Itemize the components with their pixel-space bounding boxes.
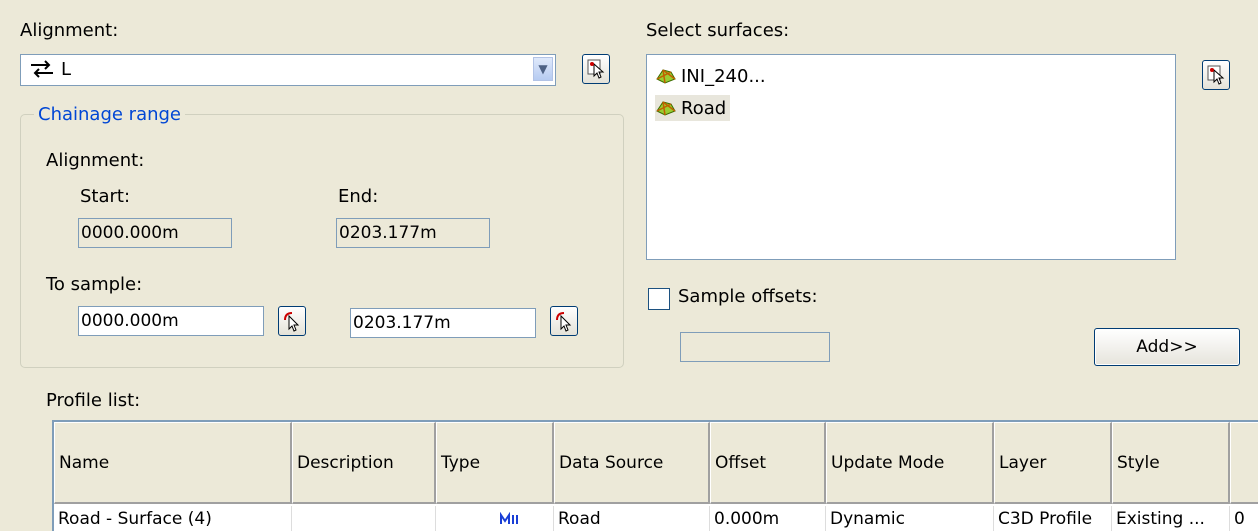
column-header-data-source[interactable]: Data Source xyxy=(554,422,710,504)
column-header-offset[interactable]: Offset xyxy=(710,422,826,504)
alignment-dropdown[interactable]: L ▼ xyxy=(20,54,556,86)
profile-list-label: Profile list: xyxy=(46,390,141,411)
pick-alignment-button[interactable] xyxy=(582,54,610,84)
chainage-range-title: Chainage range xyxy=(34,104,186,125)
alignment-label: Alignment: xyxy=(20,20,119,41)
surface-icon xyxy=(656,101,676,116)
column-header-update-mode[interactable]: Update Mode xyxy=(826,422,994,504)
surface-name: INI_240... xyxy=(681,65,766,87)
column-header-style[interactable]: Style xyxy=(1112,422,1230,504)
select-surfaces-label: Select surfaces: xyxy=(646,20,790,41)
cell-offset[interactable]: 0.000m xyxy=(710,506,826,531)
cell-update-mode[interactable]: Dynamic xyxy=(826,506,994,531)
pick-from-drawing-icon xyxy=(587,59,605,79)
cell-data-source[interactable]: Road xyxy=(554,506,710,531)
end-value-field: 0203.177m xyxy=(336,218,490,248)
surface-item[interactable]: INI_240... xyxy=(655,63,770,89)
cell-type[interactable] xyxy=(436,506,554,531)
surfaces-listbox[interactable]: INI_240... Road xyxy=(646,54,1176,260)
pick-end-station-button[interactable] xyxy=(550,306,578,336)
surface-name: Road xyxy=(681,97,727,119)
cell-layer[interactable]: C3D Profile xyxy=(994,506,1112,531)
pick-from-drawing-icon xyxy=(1207,65,1225,85)
cell-extra[interactable]: 0 xyxy=(1230,506,1258,531)
chainage-alignment-label: Alignment: xyxy=(46,150,145,171)
column-header-name[interactable]: Name xyxy=(54,422,292,504)
column-header-type[interactable]: Type xyxy=(436,422,554,504)
alignment-arrows-icon xyxy=(29,59,55,84)
pick-surface-button[interactable] xyxy=(1202,60,1230,90)
alignment-selected-value: L xyxy=(61,59,72,80)
profile-type-icon xyxy=(499,512,518,524)
surface-item-selected[interactable]: Road xyxy=(655,95,731,121)
add-button[interactable]: Add>> xyxy=(1094,328,1240,366)
column-header-description[interactable]: Description xyxy=(292,422,436,504)
start-value-field: 0000.000m xyxy=(78,218,232,248)
sample-offsets-checkbox[interactable] xyxy=(648,288,670,310)
cell-name[interactable]: Road - Surface (4) xyxy=(54,506,292,531)
sample-end-input[interactable]: 0203.177m xyxy=(350,308,536,338)
pick-station-icon xyxy=(284,312,300,332)
to-sample-label: To sample: xyxy=(46,274,143,295)
profile-list-table[interactable]: Name Description Type Data Source Offset… xyxy=(52,420,1258,531)
end-label: End: xyxy=(338,186,379,207)
column-header-layer[interactable]: Layer xyxy=(994,422,1112,504)
surface-icon xyxy=(656,69,676,84)
chevron-down-icon[interactable]: ▼ xyxy=(533,57,553,81)
sample-start-input[interactable]: 0000.000m xyxy=(78,306,264,336)
cell-description[interactable] xyxy=(292,506,436,531)
sample-offsets-input[interactable] xyxy=(680,332,830,362)
column-header-extra[interactable] xyxy=(1230,422,1258,504)
cell-style[interactable]: Existing ... xyxy=(1112,506,1230,531)
sample-offsets-label: Sample offsets: xyxy=(678,286,818,307)
start-label: Start: xyxy=(80,186,131,207)
pick-station-icon xyxy=(556,312,572,332)
pick-start-station-button[interactable] xyxy=(278,306,306,336)
